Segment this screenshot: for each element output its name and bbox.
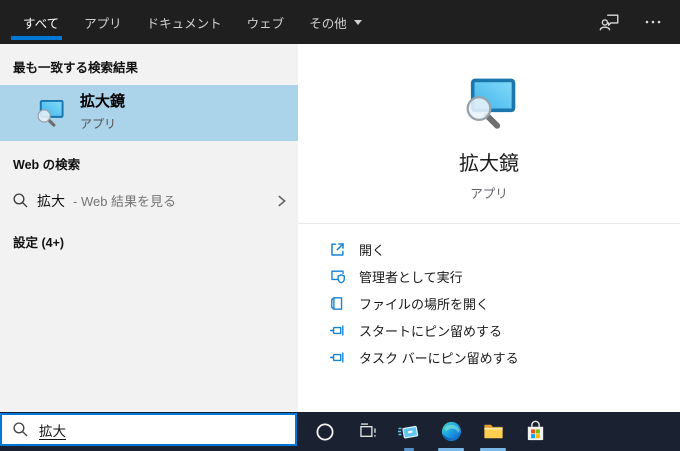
preview-panel: 拡大鏡 アプリ 開く 管理者として実行 ファイルの場所を開く スタートにピン留め…	[298, 44, 680, 412]
best-match-result-magnifier[interactable]: 拡大鏡 アプリ	[0, 85, 298, 141]
user-account-icon[interactable]	[598, 11, 621, 33]
action-pin-to-start[interactable]: スタートにピン留めする	[329, 317, 680, 344]
action-pin-to-taskbar[interactable]: タスク バーにピン留めする	[329, 344, 680, 371]
magnifier-app-icon-large	[460, 75, 518, 133]
search-input-value: 拡大	[39, 423, 66, 439]
cortana-button[interactable]	[304, 412, 346, 451]
tab-apps[interactable]: アプリ	[84, 0, 122, 44]
action-label: スタートにピン留めする	[359, 324, 503, 339]
action-run-as-admin[interactable]: 管理者として実行	[329, 263, 680, 290]
magnifier-app-icon	[34, 98, 65, 129]
web-search-result[interactable]: 拡大 - Web 結果を見る	[0, 182, 298, 219]
best-match-subtitle: アプリ	[80, 116, 117, 131]
tab-web[interactable]: ウェブ	[247, 0, 285, 44]
taskbar-search-input[interactable]: 拡大	[0, 413, 297, 446]
action-open[interactable]: 開く	[329, 236, 680, 263]
app-window-icon	[398, 425, 419, 438]
tab-documents[interactable]: ドキュメント	[147, 0, 222, 44]
web-suffix-text: - Web 結果を見る	[73, 194, 177, 209]
settings-group-header[interactable]: 設定 (4+)	[0, 219, 298, 260]
tab-apps-label: アプリ	[84, 16, 122, 31]
pin-icon	[329, 349, 346, 366]
more-options-icon[interactable]	[644, 13, 662, 31]
windows-search-flyout: すべて アプリ ドキュメント ウェブ その他 最も一致する検索結果 拡大鏡 アプ…	[0, 0, 680, 451]
app-window-button[interactable]	[388, 412, 430, 451]
tab-more-label: その他	[309, 16, 347, 31]
edge-button[interactable]	[430, 412, 472, 451]
action-list: 開く 管理者として実行 ファイルの場所を開く スタートにピン留めする タスク バ…	[298, 224, 680, 371]
tab-more[interactable]: その他	[309, 0, 362, 44]
microsoft-edge-icon	[441, 421, 461, 442]
open-in-new-icon	[329, 241, 346, 258]
task-view-button[interactable]	[346, 412, 388, 451]
preview-app-title: 拡大鏡	[459, 153, 519, 175]
taskbar-icons	[297, 412, 680, 451]
search-icon	[12, 421, 29, 438]
file-explorer-button[interactable]	[472, 412, 514, 451]
preview-app-subtitle: アプリ	[470, 187, 508, 201]
web-search-header: Web の検索	[13, 158, 81, 172]
web-query-text: 拡大	[37, 192, 65, 209]
results-panel: 最も一致する検索結果 拡大鏡 アプリ Web の検索 拡大 - Web 結果を見…	[0, 44, 298, 412]
action-open-file-location[interactable]: ファイルの場所を開く	[329, 290, 680, 317]
search-filter-bar: すべて アプリ ドキュメント ウェブ その他	[0, 0, 680, 44]
folder-location-icon	[329, 295, 346, 312]
file-explorer-icon	[483, 424, 503, 439]
chevron-down-icon	[353, 19, 362, 25]
tab-documents-label: ドキュメント	[146, 16, 222, 31]
tab-all-label: すべて	[23, 16, 60, 31]
shield-icon	[329, 268, 346, 285]
chevron-right-icon[interactable]	[276, 192, 287, 210]
pin-icon	[329, 322, 346, 339]
store-button[interactable]	[514, 412, 556, 451]
taskbar: 拡大	[0, 412, 680, 451]
cortana-icon	[316, 423, 334, 440]
best-match-header: 最も一致する検索結果	[13, 61, 139, 75]
action-label: タスク バーにピン留めする	[359, 351, 519, 366]
best-match-title: 拡大鏡	[80, 93, 126, 111]
filter-tabs: すべて アプリ ドキュメント ウェブ その他	[10, 0, 362, 44]
action-label: ファイルの場所を開く	[359, 297, 490, 312]
action-label: 開く	[359, 243, 386, 258]
action-label: 管理者として実行	[359, 270, 463, 285]
microsoft-store-icon	[527, 420, 543, 441]
tab-web-label: ウェブ	[246, 16, 285, 31]
search-icon	[12, 192, 29, 209]
task-view-icon	[359, 423, 376, 437]
tab-all[interactable]: すべて	[10, 0, 63, 44]
